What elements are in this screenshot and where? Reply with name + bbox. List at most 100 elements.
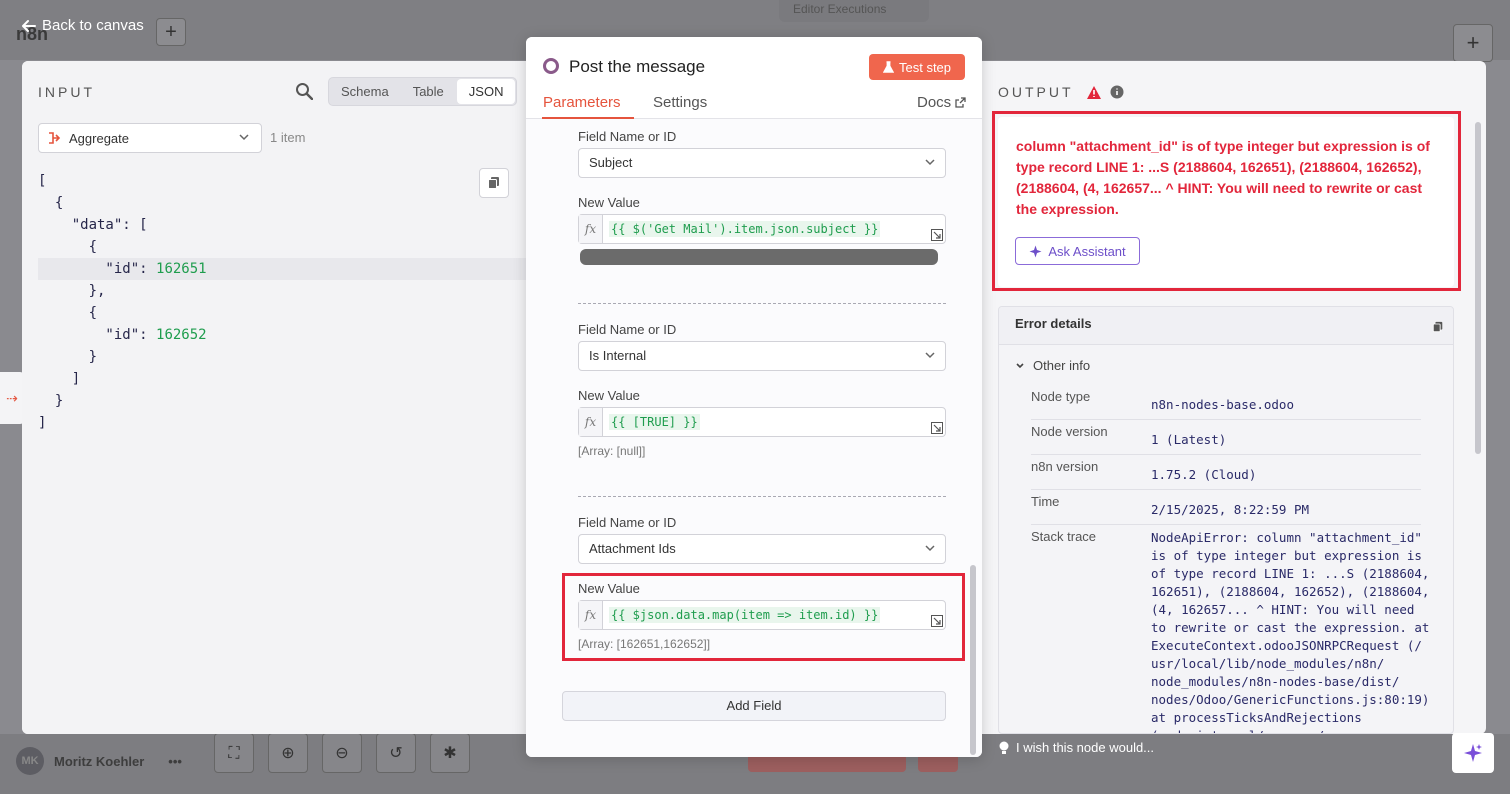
item-count: 1 item: [270, 130, 306, 145]
node-title[interactable]: Post the message: [569, 57, 705, 77]
canvas-node-edge: ⇢: [0, 372, 24, 424]
aggregate-icon: [49, 132, 61, 144]
json-line: ]: [38, 371, 81, 387]
view-schema-tab[interactable]: Schema: [329, 78, 401, 105]
tab-settings[interactable]: Settings: [653, 94, 707, 111]
chevron-down-icon: [925, 545, 935, 552]
add-workflow-button[interactable]: +: [156, 18, 186, 46]
json-number: 162652: [156, 327, 207, 343]
stack-trace-text[interactable]: NodeApiError: column "attachment_id" is …: [1151, 529, 1429, 733]
field-divider: [578, 303, 946, 304]
new-value-label: New Value: [578, 388, 640, 403]
user-more-icon[interactable]: •••: [168, 754, 182, 769]
input-node-name: Aggregate: [69, 130, 129, 146]
json-line: ]: [38, 415, 47, 431]
expression-result-hint: [Array: [null]]: [578, 444, 646, 458]
field-name-label: Field Name or ID: [578, 129, 677, 144]
detail-row-stack-trace: Stack trace NodeApiError: column "attach…: [1031, 525, 1429, 733]
json-line: },: [38, 283, 106, 299]
chevron-down-icon: [925, 352, 935, 359]
field-name-select-is-internal[interactable]: Is Internal: [578, 341, 946, 371]
fx-icon: fx: [579, 408, 603, 436]
json-line: }: [38, 393, 64, 409]
json-line: }: [38, 349, 98, 365]
add-field-button[interactable]: Add Field: [562, 691, 946, 721]
expression-input-subject[interactable]: fx {{ $('Get Mail').item.json.subject }}: [578, 214, 946, 244]
info-icon[interactable]: [1110, 85, 1124, 99]
json-number: 162651: [156, 261, 207, 277]
json-line: [: [38, 173, 47, 189]
node-status-icon: [543, 58, 559, 74]
json-line: "id": 162652: [38, 327, 207, 343]
warning-icon: [1086, 85, 1101, 99]
zoom-out-icon[interactable]: ⊖: [322, 733, 362, 773]
tab-parameters[interactable]: Parameters: [543, 94, 621, 111]
field-divider: [578, 496, 946, 497]
input-node-select[interactable]: Aggregate: [38, 123, 262, 153]
back-to-canvas-link[interactable]: Back to canvas: [22, 17, 144, 34]
chevron-down-icon: [925, 159, 935, 166]
expand-icon[interactable]: [931, 229, 943, 241]
node-header: Post the message Test step Parameters Se…: [526, 37, 982, 119]
input-label: INPUT: [38, 84, 95, 100]
highlight-error-message: [992, 111, 1461, 291]
editor-executions-tabs[interactable]: Editor Executions: [779, 0, 929, 22]
detail-row-n8n-version: n8n version 1.75.2 (Cloud): [1031, 455, 1421, 490]
json-line: {: [38, 305, 98, 321]
back-link-label: Back to canvas: [42, 17, 144, 34]
field-name-select-subject[interactable]: Subject: [578, 148, 946, 178]
output-label: OUTPUT: [998, 84, 1124, 100]
json-line-highlighted: "id": 162651: [38, 258, 526, 280]
detail-row-node-version: Node version 1 (Latest): [1031, 420, 1421, 455]
input-view-switch: Schema Table JSON: [328, 77, 518, 106]
new-value-label: New Value: [578, 195, 640, 210]
expression-code: {{ [TRUE] }}: [609, 414, 700, 430]
json-viewer[interactable]: [ { "data": [ { "id": 162651 }, { "id": …: [38, 170, 526, 434]
highlight-attachment-value: [562, 573, 965, 661]
reset-zoom-icon[interactable]: ↺: [376, 733, 416, 773]
expression-input-is-internal[interactable]: fx {{ [TRUE] }}: [578, 407, 946, 437]
test-step-button[interactable]: Test step: [869, 54, 965, 80]
ai-assistant-button[interactable]: [1452, 733, 1494, 773]
lightbulb-icon: [999, 741, 1009, 754]
fx-icon: fx: [579, 215, 603, 243]
error-details-section: Error details Other info Node type n8n-n…: [998, 306, 1454, 734]
error-details-title: Error details: [1015, 316, 1092, 331]
parameters-scrollbar[interactable]: [970, 565, 976, 755]
field-name-select-attachment-ids[interactable]: Attachment Ids: [578, 534, 946, 564]
chevron-down-icon: [239, 134, 249, 141]
expression-code: {{ $('Get Mail').item.json.subject }}: [609, 221, 881, 237]
other-info-toggle[interactable]: Other info: [1015, 358, 1090, 373]
external-link-icon: [955, 97, 966, 108]
view-json-tab[interactable]: JSON: [456, 79, 516, 104]
parameters-body: Field Name or ID Subject New Value fx {{…: [526, 119, 982, 757]
chevron-down-icon: [1016, 362, 1024, 368]
view-table-tab[interactable]: Table: [401, 78, 456, 105]
fit-view-icon[interactable]: ⛶: [214, 733, 254, 773]
detail-row-node-type: Node type n8n-nodes-base.odoo: [1031, 385, 1421, 420]
debug-icon[interactable]: ✱: [430, 733, 470, 773]
user-menu[interactable]: MK Moritz Koehler •••: [16, 747, 182, 775]
active-tab-indicator: [542, 117, 634, 119]
zoom-in-icon[interactable]: ⊕: [268, 733, 308, 773]
json-line: "data": [: [38, 217, 148, 233]
arrow-left-icon: [22, 19, 36, 32]
search-icon[interactable]: [295, 82, 313, 100]
add-node-button[interactable]: +: [1453, 24, 1493, 62]
output-scrollbar[interactable]: [1475, 122, 1481, 454]
horizontal-scrollbar[interactable]: [580, 249, 938, 265]
error-details-header: Error details: [999, 307, 1453, 345]
sparkle-icon: [1464, 744, 1482, 762]
feedback-prompt[interactable]: I wish this node would...: [998, 740, 1154, 755]
field-name-label: Field Name or ID: [578, 322, 677, 337]
user-name: Moritz Koehler: [54, 753, 145, 769]
avatar: MK: [16, 747, 44, 775]
expand-icon[interactable]: [931, 422, 943, 434]
json-line: {: [38, 195, 64, 211]
docs-link[interactable]: Docs: [917, 94, 966, 111]
json-line: {: [38, 239, 98, 255]
copy-icon[interactable]: [1432, 321, 1444, 333]
detail-row-time: Time 2/15/2025, 8:22:59 PM: [1031, 490, 1421, 525]
canvas-toolbar: ⛶ ⊕ ⊖ ↺ ✱: [214, 733, 470, 773]
field-name-label: Field Name or ID: [578, 515, 677, 530]
